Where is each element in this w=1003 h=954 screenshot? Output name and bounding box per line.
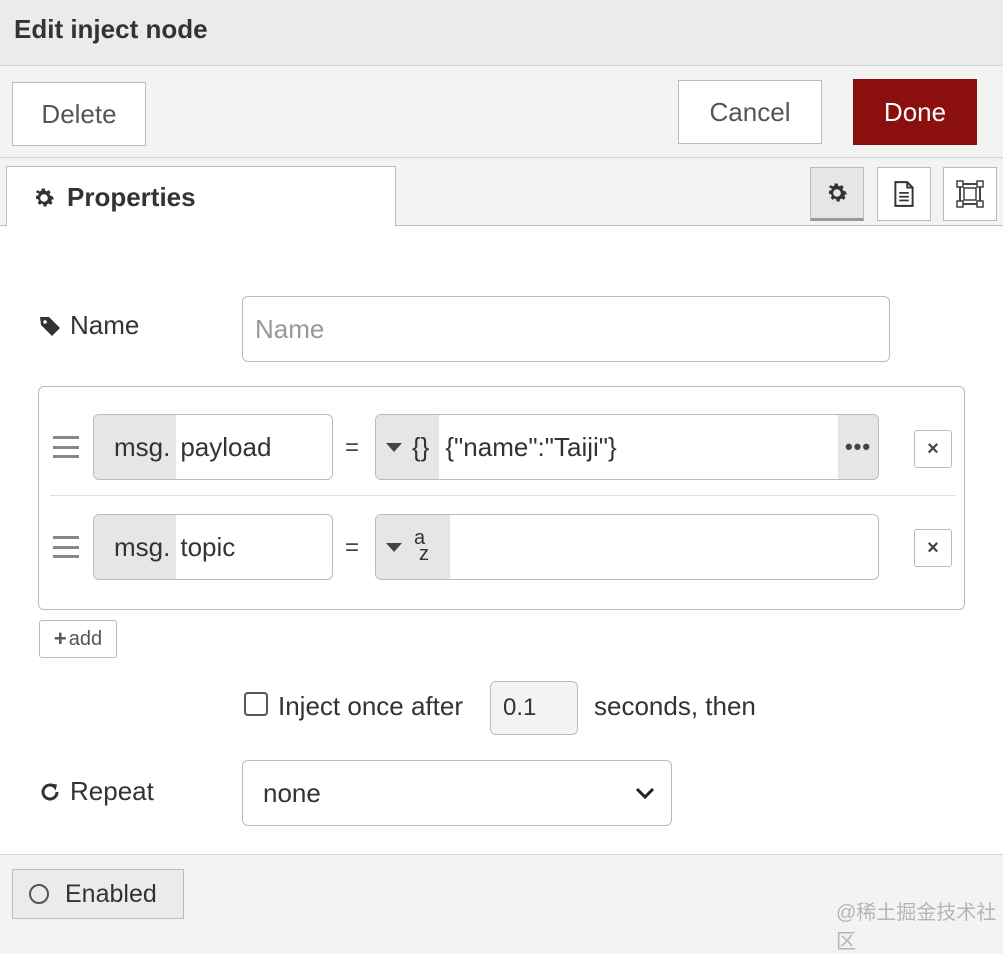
caret-down-icon <box>386 542 402 552</box>
dialog-title: Edit inject node <box>14 14 208 44</box>
repeat-icon <box>41 783 59 800</box>
plus-icon: + <box>53 626 67 651</box>
remove-row-button[interactable]: × <box>914 430 952 468</box>
assign-operator: = <box>345 534 360 561</box>
node-properties-tab-button[interactable] <box>810 167 864 221</box>
inject-delay-input[interactable] <box>490 681 578 735</box>
property-name-text: topic <box>180 531 236 562</box>
inject-once-checkbox[interactable] <box>244 692 268 716</box>
gear-icon <box>35 187 55 206</box>
enabled-toggle-button[interactable]: Enabled <box>12 869 184 919</box>
inject-once-label: Inject once after <box>278 691 463 721</box>
description-icon <box>894 181 914 207</box>
json-type-icon: {} <box>412 431 430 462</box>
payload-value-text: {"name":"Taiji"} <box>445 431 617 462</box>
list-divider <box>50 495 955 496</box>
repeat-label-text: Repeat <box>70 776 154 806</box>
string-type-icon: a z <box>414 527 429 565</box>
name-label-text: Name <box>70 310 140 340</box>
property-name-field[interactable]: msg. topic <box>93 514 333 580</box>
tab-properties-label: Properties <box>67 182 196 212</box>
description-tab-button[interactable] <box>877 167 931 221</box>
repeat-selected-value: none <box>263 777 321 808</box>
name-row-label: Name <box>38 310 139 341</box>
property-name-field[interactable]: msg. payload <box>93 414 333 480</box>
type-selector-button[interactable]: {} <box>376 415 440 479</box>
appearance-icon <box>956 180 984 208</box>
add-property-button[interactable]: + add <box>39 620 117 658</box>
msg-prefix: msg. <box>94 515 177 579</box>
repeat-select[interactable]: none <box>242 760 672 826</box>
expand-editor-button[interactable]: ••• <box>838 415 878 479</box>
remove-row-button[interactable]: × <box>914 529 952 567</box>
assign-operator: = <box>345 434 360 461</box>
delete-button[interactable]: Delete <box>12 82 146 146</box>
repeat-row-label: Repeat <box>38 776 154 807</box>
name-input[interactable] <box>242 296 890 362</box>
circle-icon <box>29 884 49 904</box>
gear-icon <box>828 183 848 202</box>
type-selector-button[interactable]: a z <box>376 515 450 579</box>
chevron-down-icon <box>635 787 655 800</box>
drag-handle-icon[interactable] <box>53 536 79 558</box>
cancel-button[interactable]: Cancel <box>678 80 822 144</box>
enabled-label: Enabled <box>65 879 157 908</box>
add-label: add <box>68 627 103 650</box>
topic-value-field[interactable]: a z <box>375 514 879 580</box>
msg-prefix: msg. <box>94 415 177 479</box>
seconds-then-label: seconds, then <box>594 691 756 721</box>
appearance-tab-button[interactable] <box>943 167 997 221</box>
drag-handle-icon[interactable] <box>53 436 79 458</box>
property-name-text: payload <box>180 431 272 462</box>
payload-value-field[interactable]: {} {"name":"Taiji"} ••• <box>375 414 879 480</box>
tab-properties[interactable]: Properties <box>6 166 396 228</box>
caret-down-icon <box>386 442 402 452</box>
watermark: @稀土掘金技术社区 <box>836 902 997 953</box>
done-button[interactable]: Done <box>853 79 977 145</box>
tag-icon <box>40 316 60 336</box>
